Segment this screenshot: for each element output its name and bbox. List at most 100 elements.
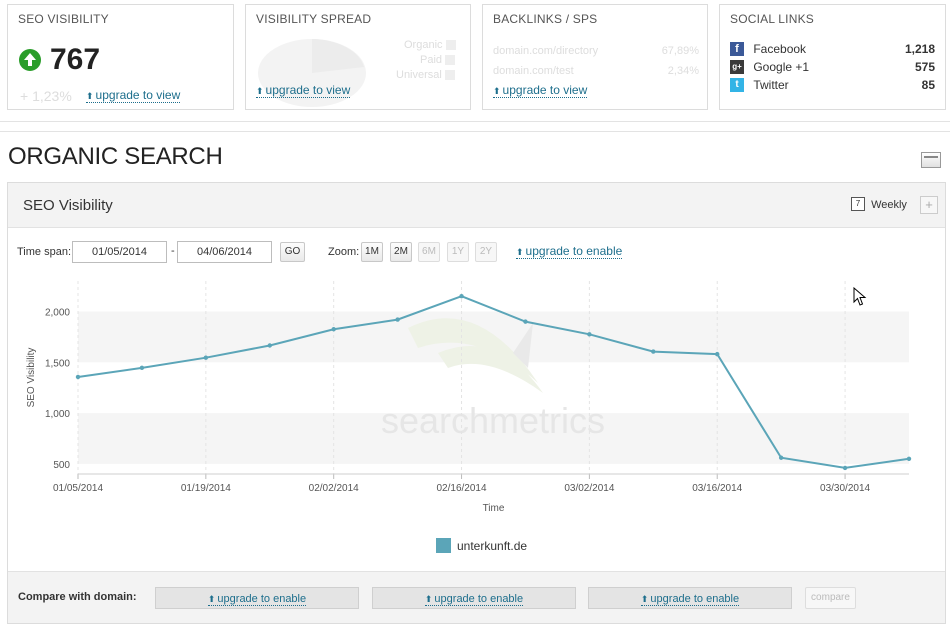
x-tick-label: 02/02/2014 <box>309 483 359 494</box>
compare-slot[interactable]: ⬆ upgrade to enable <box>372 587 576 609</box>
widget-title: SEO VISIBILITY <box>18 12 109 26</box>
twitter-icon: t <box>730 77 744 92</box>
zoom-6m-button: 6M <box>418 242 440 262</box>
watermark-text: searchmetrics <box>381 400 605 441</box>
zoom-label: Zoom: <box>328 246 360 258</box>
data-point <box>75 374 81 380</box>
arrow-up-icon: ⬆ <box>516 247 524 257</box>
y-tick-label: 2,000 <box>45 307 70 318</box>
upgrade-label: upgrade to enable <box>525 244 623 258</box>
upgrade-label: upgrade to view <box>265 83 351 97</box>
x-tick-label: 03/02/2014 <box>564 483 614 494</box>
data-point <box>778 455 784 460</box>
widget-title: SOCIAL LINKS <box>730 12 814 26</box>
panel-header: SEO Visibility 7 Weekly + <box>8 183 945 228</box>
data-point <box>395 317 400 322</box>
upgrade-label: upgrade to view <box>95 88 181 102</box>
seo-visibility-panel: SEO Visibility 7 Weekly + Time span: - G… <box>7 182 946 624</box>
timespan-label: Time span: <box>17 246 72 258</box>
upgrade-link[interactable]: ⬆ upgrade to view <box>86 88 181 103</box>
section-title: ORGANIC SEARCH <box>8 143 223 170</box>
google-plus-icon: g+ <box>730 59 744 74</box>
x-tick-label: 01/19/2014 <box>181 483 231 494</box>
arrow-up-icon: ⬆ <box>640 594 649 604</box>
backlink-row: domain.com/directory 67,89% <box>493 45 699 57</box>
date-separator: - <box>171 245 175 257</box>
facebook-icon: f <box>730 41 744 56</box>
zoom-2m-button[interactable]: 2M <box>390 242 412 262</box>
upgrade-label: upgrade to view <box>502 83 588 97</box>
arrow-up-circle-icon <box>19 49 41 71</box>
social-row-facebook: f Facebook 1,218 <box>730 41 935 57</box>
seo-visibility-widget: SEO VISIBILITY 767 + 1,23% ⬆ upgrade to v… <box>7 4 234 110</box>
legend-paid: Paid <box>420 54 456 66</box>
data-point <box>906 456 912 461</box>
date-to-input[interactable] <box>177 241 272 263</box>
x-tick-label: 01/05/2014 <box>53 483 103 494</box>
social-row-google: g+ Google +1 575 <box>730 59 935 75</box>
zoom-2y-button: 2Y <box>475 242 497 262</box>
arrow-up-icon: ⬆ <box>424 594 433 604</box>
data-point <box>523 319 528 324</box>
interval-selector[interactable]: 7 Weekly <box>851 197 907 212</box>
data-point <box>715 351 720 357</box>
y-axis-label: SEO Visibility <box>26 348 37 408</box>
social-row-twitter: t Twitter 85 <box>730 77 935 93</box>
arrow-up-icon: ⬆ <box>86 91 94 101</box>
arrow-up-icon: ⬆ <box>493 86 501 96</box>
x-tick-label: 03/30/2014 <box>820 483 870 494</box>
zoom-upgrade-link[interactable]: ⬆ upgrade to enable <box>516 244 623 259</box>
data-point <box>842 465 848 471</box>
add-button[interactable]: + <box>920 196 938 214</box>
x-axis-label: Time <box>483 503 505 514</box>
data-point <box>331 327 336 332</box>
backlink-row: domain.com/test 2,34% <box>493 65 699 77</box>
upgrade-link[interactable]: ⬆ upgrade to view <box>493 83 588 98</box>
seo-visibility-chart: searchmetrics 01/05/2014 01/19/2014 02/02/2… <box>26 281 912 514</box>
go-button[interactable]: GO <box>280 242 305 262</box>
divider <box>0 121 950 122</box>
compare-button: compare <box>805 587 856 609</box>
upgrade-link[interactable]: ⬆ upgrade to view <box>256 83 351 98</box>
x-tick-label: 03/16/2014 <box>692 483 742 494</box>
legend-label: unterkunft.de <box>457 538 528 553</box>
collapse-icon[interactable] <box>921 152 941 168</box>
zoom-1y-button: 1Y <box>447 242 469 262</box>
y-tick-label: 1,000 <box>45 409 70 420</box>
calendar-icon: 7 <box>851 197 865 211</box>
divider <box>0 131 950 132</box>
arrow-up-icon: ⬆ <box>256 86 264 96</box>
backlinks-widget: BACKLINKS / SPS domain.com/directory 67,8… <box>482 4 708 110</box>
visibility-change: + 1,23% <box>20 88 72 104</box>
legend-universal: Universal <box>396 69 455 81</box>
arrow-up-icon: ⬆ <box>207 594 216 604</box>
compare-slot[interactable]: ⬆ upgrade to enable <box>155 587 359 609</box>
visibility-spread-widget: VISIBILITY SPREAD Organic Paid Universal… <box>245 4 471 110</box>
compare-bar: Compare with domain: ⬆ upgrade to enable … <box>8 571 945 623</box>
legend-swatch <box>436 538 451 554</box>
widget-title: VISIBILITY SPREAD <box>256 12 372 26</box>
upgrade-label: upgrade to enable <box>434 593 524 605</box>
pie-chart-placeholder <box>258 39 366 107</box>
data-point <box>267 343 272 348</box>
data-point <box>651 349 656 354</box>
date-from-input[interactable] <box>72 241 167 263</box>
legend-organic: Organic <box>404 39 456 51</box>
upgrade-label: upgrade to enable <box>650 593 740 605</box>
widget-title: BACKLINKS / SPS <box>493 12 598 26</box>
data-point <box>587 332 592 337</box>
upgrade-label: upgrade to enable <box>217 593 307 605</box>
x-tick-label: 02/16/2014 <box>437 483 487 494</box>
social-links-widget: SOCIAL LINKS f Facebook 1,218 g+ Google … <box>719 4 946 110</box>
panel-title: SEO Visibility <box>23 197 113 214</box>
y-tick-label: 1,500 <box>45 358 70 369</box>
zoom-1m-button[interactable]: 1M <box>361 242 383 262</box>
chart-legend: unterkunft.de <box>436 538 528 554</box>
compare-label: Compare with domain: <box>18 591 137 603</box>
visibility-value: 767 <box>50 43 101 76</box>
data-point <box>139 365 145 371</box>
y-tick-label: 500 <box>53 460 70 471</box>
compare-slot[interactable]: ⬆ upgrade to enable <box>588 587 792 609</box>
data-point <box>459 294 464 299</box>
mouse-cursor-icon <box>853 287 867 306</box>
